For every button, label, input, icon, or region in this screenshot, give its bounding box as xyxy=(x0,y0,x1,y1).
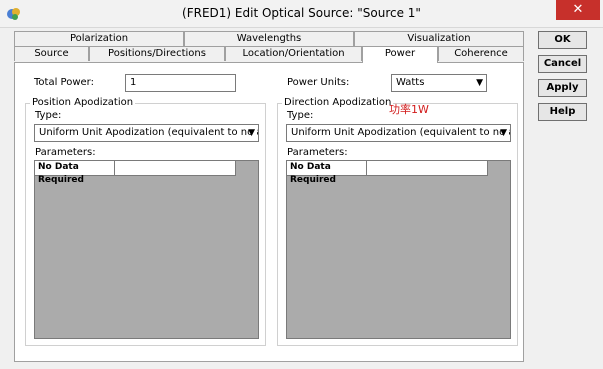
apply-button[interactable]: Apply xyxy=(538,79,587,97)
position-apodization-title: Position Apodization xyxy=(30,97,136,108)
chevron-down-icon: ▼ xyxy=(476,78,483,88)
direction-grid-header: No Data Required xyxy=(287,161,367,185)
tab-source[interactable]: Source xyxy=(14,46,89,61)
close-button[interactable]: ✕ xyxy=(556,0,600,20)
direction-apodization-title: Direction Apodization xyxy=(282,97,394,108)
power-units-value: Watts xyxy=(396,77,425,88)
direction-type-value: Uniform Unit Apodization (equivalent to … xyxy=(291,127,511,138)
window-title: (FRED1) Edit Optical Source: "Source 1" xyxy=(182,6,421,20)
tab-coherence[interactable]: Coherence xyxy=(438,46,524,61)
direction-apodization-group: Direction Apodization Type: Uniform Unit… xyxy=(277,97,518,346)
tab-positions-directions[interactable]: Positions/Directions xyxy=(89,46,225,61)
chevron-down-icon: ▼ xyxy=(500,128,507,138)
power-panel: Total Power: 1 Power Units: Watts ▼ Posi… xyxy=(14,62,524,362)
total-power-input[interactable]: 1 xyxy=(125,74,236,92)
chevron-down-icon: ▼ xyxy=(248,128,255,138)
help-button[interactable]: Help xyxy=(538,103,587,121)
position-parameters-label: Parameters: xyxy=(35,147,96,158)
tab-power[interactable]: Power xyxy=(362,46,438,63)
position-parameters-grid[interactable]: No Data Required xyxy=(34,160,259,339)
power-annotation: 功率1W xyxy=(389,103,429,116)
power-units-label: Power Units: xyxy=(287,77,350,88)
total-power-label: Total Power: xyxy=(34,77,94,88)
tab-visualization[interactable]: Visualization xyxy=(354,31,524,46)
position-grid-header: No Data Required xyxy=(35,161,115,185)
tab-polarization[interactable]: Polarization xyxy=(14,31,184,46)
power-units-select[interactable]: Watts ▼ xyxy=(391,74,487,92)
direction-parameters-grid[interactable]: No Data Required xyxy=(286,160,511,339)
direction-type-label: Type: xyxy=(287,110,314,121)
position-grid-header-cell xyxy=(115,161,236,176)
tab-wavelengths[interactable]: Wavelengths xyxy=(184,31,354,46)
direction-parameters-label: Parameters: xyxy=(287,147,348,158)
direction-grid-header-cell xyxy=(367,161,488,176)
cancel-button[interactable]: Cancel xyxy=(538,55,587,73)
position-type-value: Uniform Unit Apodization (equivalent to … xyxy=(39,127,259,138)
direction-type-select[interactable]: Uniform Unit Apodization (equivalent to … xyxy=(286,124,511,142)
title-bar: (FRED1) Edit Optical Source: "Source 1" … xyxy=(0,0,603,28)
tab-location-orientation[interactable]: Location/Orientation xyxy=(225,46,362,61)
position-type-label: Type: xyxy=(35,110,62,121)
ok-button[interactable]: OK xyxy=(538,31,587,49)
position-type-select[interactable]: Uniform Unit Apodization (equivalent to … xyxy=(34,124,259,142)
position-apodization-group: Position Apodization Type: Uniform Unit … xyxy=(25,97,266,346)
